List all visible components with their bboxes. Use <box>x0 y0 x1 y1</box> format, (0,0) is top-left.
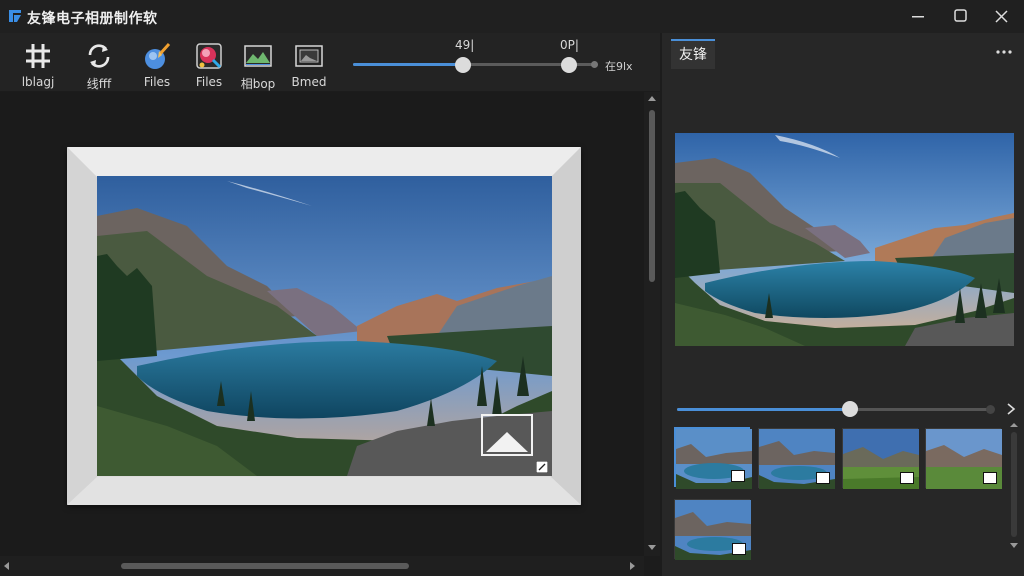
thumbnail-badge-icon <box>732 543 746 555</box>
thumbnail-2[interactable] <box>758 428 835 489</box>
zoom-slider-fill <box>353 63 464 66</box>
tool-landscape-button[interactable]: 相bop <box>230 41 286 91</box>
tab-album[interactable]: 友锋 <box>671 39 715 69</box>
paint-brush-icon <box>145 42 171 69</box>
thumbnail-badge-icon <box>731 470 745 482</box>
slider-value-a: 49| <box>455 38 475 52</box>
tool-refresh-label: 线fff <box>86 77 112 91</box>
slider-value-b: 0P| <box>560 38 579 52</box>
tool-effects-button[interactable]: Files <box>181 41 237 91</box>
panel-slider-handle[interactable] <box>841 401 858 417</box>
thumbnail-scrollbar[interactable] <box>1006 420 1022 554</box>
thumbnail-3[interactable] <box>842 428 919 489</box>
slider-end-label: 在9lx <box>605 60 633 73</box>
thumbnail-5[interactable] <box>674 499 751 560</box>
slider-end-dot <box>591 61 598 68</box>
tool-frame-label: Bmed <box>291 75 327 89</box>
more-options-icon[interactable] <box>994 45 1014 59</box>
frame-image-icon <box>295 45 323 67</box>
close-icon[interactable] <box>980 0 1024 33</box>
zoom-slider-handle-b[interactable] <box>560 57 577 73</box>
chevron-right-icon[interactable] <box>1005 402 1017 416</box>
effects-icon <box>196 43 222 69</box>
landscape-image-icon <box>244 45 272 67</box>
resize-corner-icon[interactable] <box>536 461 548 473</box>
thumbnail-4[interactable] <box>925 428 1002 489</box>
thumbnail-badge-icon <box>816 472 830 484</box>
image-placeholder-icon[interactable] <box>481 414 533 456</box>
panel-slider-end-dot <box>986 405 995 414</box>
app-logo-icon <box>9 10 21 22</box>
grid-hash-icon <box>26 44 50 68</box>
horizontal-scrollbar-shape <box>4 562 635 570</box>
minimize-icon[interactable] <box>897 0 941 33</box>
preview-photo <box>675 133 1014 346</box>
panel-slider-fill <box>677 408 850 411</box>
canvas-horizontal-scrollbar[interactable] <box>0 556 644 576</box>
tool-grid-button[interactable]: lblagj <box>10 41 66 91</box>
thumbnail-badge-icon <box>900 472 914 484</box>
tool-effects-label: Files <box>195 75 223 89</box>
app-title: 友锋电子相册制作软 <box>27 11 158 27</box>
vertical-scrollbar-shape <box>648 96 656 550</box>
tool-brush-button[interactable]: Files <box>129 41 185 91</box>
canvas-vertical-scrollbar[interactable] <box>644 92 660 556</box>
tool-landscape-label: 相bop <box>240 77 276 91</box>
tool-brush-label: Files <box>143 75 171 89</box>
tool-refresh-button[interactable]: 线fff <box>71 41 127 91</box>
title-bar: 友锋电子相册制作软 <box>0 0 1024 33</box>
thumbnail-1[interactable] <box>674 427 752 489</box>
tool-frame-button[interactable]: Bmed <box>281 41 337 91</box>
thumbnail-badge-icon <box>983 472 997 484</box>
tool-grid-label: lblagj <box>21 75 55 89</box>
maximize-icon[interactable] <box>939 0 983 33</box>
refresh-icon <box>88 44 110 68</box>
thumbnail-scrollbar-shape <box>1010 423 1018 548</box>
